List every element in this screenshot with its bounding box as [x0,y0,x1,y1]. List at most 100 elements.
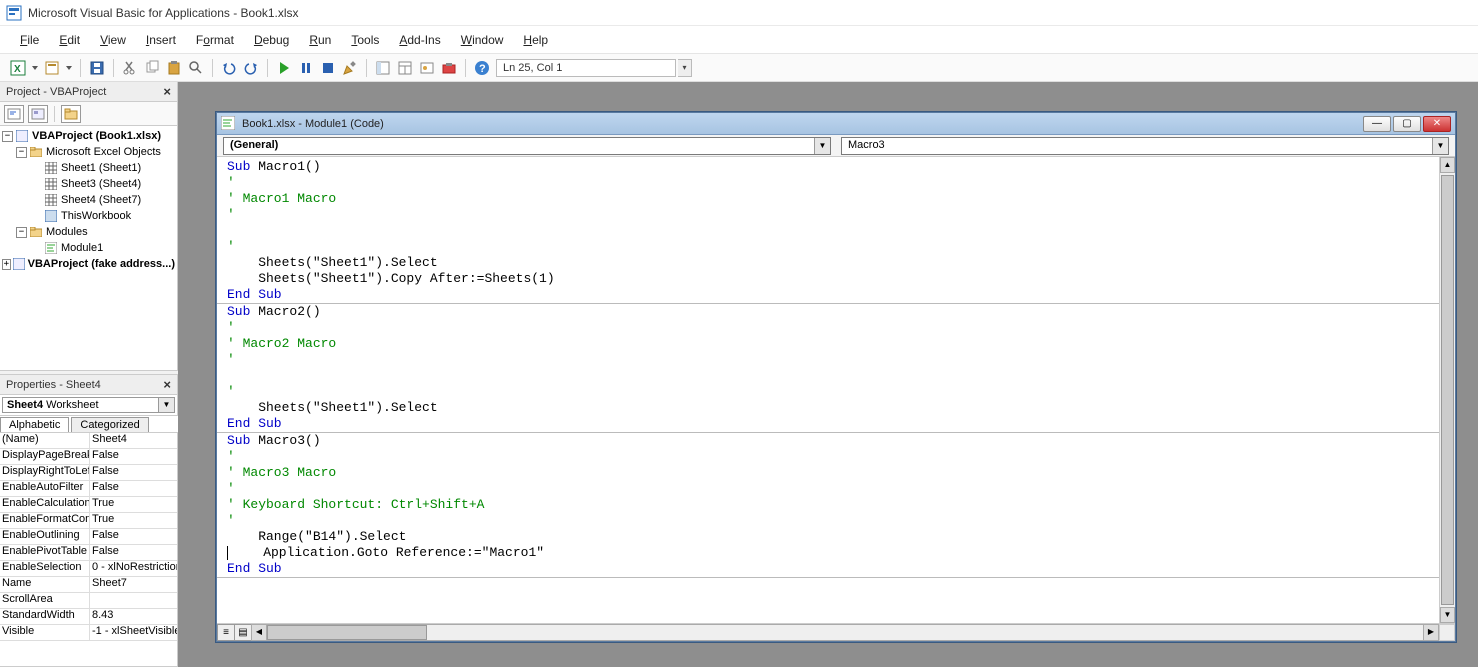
close-icon[interactable]: × [163,377,171,392]
menu-debug[interactable]: Debug [244,29,299,51]
scroll-up-icon[interactable]: ▲ [1440,157,1455,173]
property-row[interactable]: EnableOutliningFalse [0,529,177,545]
property-row[interactable]: EnableAutoFilterFalse [0,481,177,497]
reset-icon[interactable] [318,58,338,78]
scroll-down-icon[interactable]: ▼ [1440,607,1455,623]
collapse-icon[interactable]: − [16,147,27,158]
project-icon [15,129,29,143]
horizontal-scrollbar[interactable]: ◀ ▶ [251,624,1439,641]
property-value[interactable]: 0 - xlNoRestrictions [90,561,177,576]
toggle-folders-icon[interactable] [61,105,81,123]
property-row[interactable]: DisplayPageBreaksFalse [0,449,177,465]
dropdown-icon[interactable]: ▼ [1432,138,1448,154]
paste-icon[interactable] [164,58,184,78]
code-editor[interactable]: Sub Macro1() ' ' Macro1 Macro ' ' Sheets… [217,157,1439,623]
cut-icon[interactable] [120,58,140,78]
full-module-view-icon[interactable]: ▤ [234,624,252,641]
property-value[interactable] [90,593,177,608]
dropdown-icon[interactable]: ▼ [159,397,175,413]
property-value[interactable]: 8.43 [90,609,177,624]
property-row[interactable]: EnableCalculationTrue [0,497,177,513]
copy-icon[interactable] [142,58,162,78]
procedure-view-icon[interactable]: ≡ [217,624,235,641]
property-value[interactable]: Sheet4 [90,433,177,448]
find-icon[interactable] [186,58,206,78]
property-row[interactable]: (Name)Sheet4 [0,433,177,449]
property-value[interactable]: -1 - xlSheetVisible [90,625,177,640]
tab-alphabetic[interactable]: Alphabetic [0,417,69,432]
object-browser-icon[interactable] [417,58,437,78]
properties-grid[interactable]: (Name)Sheet4DisplayPageBreaksFalseDispla… [0,433,178,667]
menu-edit[interactable]: Edit [49,29,90,51]
property-row[interactable]: EnableFormatConditionsCalculationTrue [0,513,177,529]
properties-object-combo[interactable]: Sheet4 Worksheet ▼ [0,395,178,416]
scroll-thumb[interactable] [267,625,427,640]
property-name: DisplayRightToLeft [0,465,90,480]
scroll-right-icon[interactable]: ▶ [1423,624,1439,641]
collapse-icon[interactable]: − [16,227,27,238]
property-value[interactable]: Sheet7 [90,577,177,592]
property-row[interactable]: StandardWidth8.43 [0,609,177,625]
toolbar-overflow-icon[interactable]: ▾ [678,59,692,77]
view-excel-icon[interactable]: X [8,58,28,78]
properties-window-icon[interactable] [395,58,415,78]
expand-icon[interactable]: + [2,259,11,270]
property-row[interactable]: Visible-1 - xlSheetVisible [0,625,177,641]
tab-categorized[interactable]: Categorized [71,417,148,432]
run-icon[interactable] [274,58,294,78]
collapse-icon[interactable]: − [2,131,13,142]
property-row[interactable]: EnablePivotTableFalse [0,545,177,561]
property-name: Name [0,577,90,592]
property-value[interactable]: False [90,529,177,544]
view-code-icon[interactable] [4,105,24,123]
help-icon[interactable]: ? [472,58,492,78]
menu-format[interactable]: Format [186,29,244,51]
code-window-titlebar[interactable]: Book1.xlsx - Module1 (Code) — ▢ ✕ [217,113,1455,135]
design-mode-icon[interactable] [340,58,360,78]
scroll-left-icon[interactable]: ◀ [251,624,267,641]
menu-tools[interactable]: Tools [341,29,389,51]
close-button[interactable]: ✕ [1423,116,1451,132]
resize-grip[interactable] [1439,624,1455,641]
property-value[interactable]: True [90,513,177,528]
property-row[interactable]: DisplayRightToLeftFalse [0,465,177,481]
scroll-thumb[interactable] [1441,175,1454,605]
menu-addins[interactable]: Add-Ins [389,29,450,51]
property-value[interactable]: False [90,545,177,560]
close-icon[interactable]: × [163,84,171,99]
minimize-button[interactable]: — [1363,116,1391,132]
module-icon [44,241,58,255]
dropdown-icon[interactable] [64,66,74,70]
property-row[interactable]: NameSheet7 [0,577,177,593]
module-icon [221,116,237,132]
menu-window[interactable]: Window [451,29,514,51]
save-icon[interactable] [87,58,107,78]
project-explorer-icon[interactable] [373,58,393,78]
menu-run[interactable]: Run [299,29,341,51]
dropdown-icon[interactable]: ▼ [814,138,830,154]
break-icon[interactable] [296,58,316,78]
view-object-icon[interactable] [28,105,48,123]
property-name: StandardWidth [0,609,90,624]
maximize-button[interactable]: ▢ [1393,116,1421,132]
object-dropdown[interactable]: (General) ▼ [223,137,831,155]
insert-module-icon[interactable] [42,58,62,78]
procedure-dropdown[interactable]: Macro3 ▼ [841,137,1449,155]
menu-view[interactable]: View [90,29,136,51]
vertical-scrollbar[interactable]: ▲ ▼ [1439,157,1455,623]
toolbox-icon[interactable] [439,58,459,78]
property-row[interactable]: EnableSelection0 - xlNoRestrictions [0,561,177,577]
menu-file[interactable]: File [10,29,49,51]
menu-help[interactable]: Help [513,29,558,51]
project-tree[interactable]: −VBAProject (Book1.xlsx) −Microsoft Exce… [0,126,178,371]
project-icon [13,257,25,271]
menu-insert[interactable]: Insert [136,29,186,51]
property-row[interactable]: ScrollArea [0,593,177,609]
property-value[interactable]: True [90,497,177,512]
undo-icon[interactable] [219,58,239,78]
property-value[interactable]: False [90,449,177,464]
redo-icon[interactable] [241,58,261,78]
property-value[interactable]: False [90,481,177,496]
dropdown-icon[interactable] [30,66,40,70]
property-value[interactable]: False [90,465,177,480]
